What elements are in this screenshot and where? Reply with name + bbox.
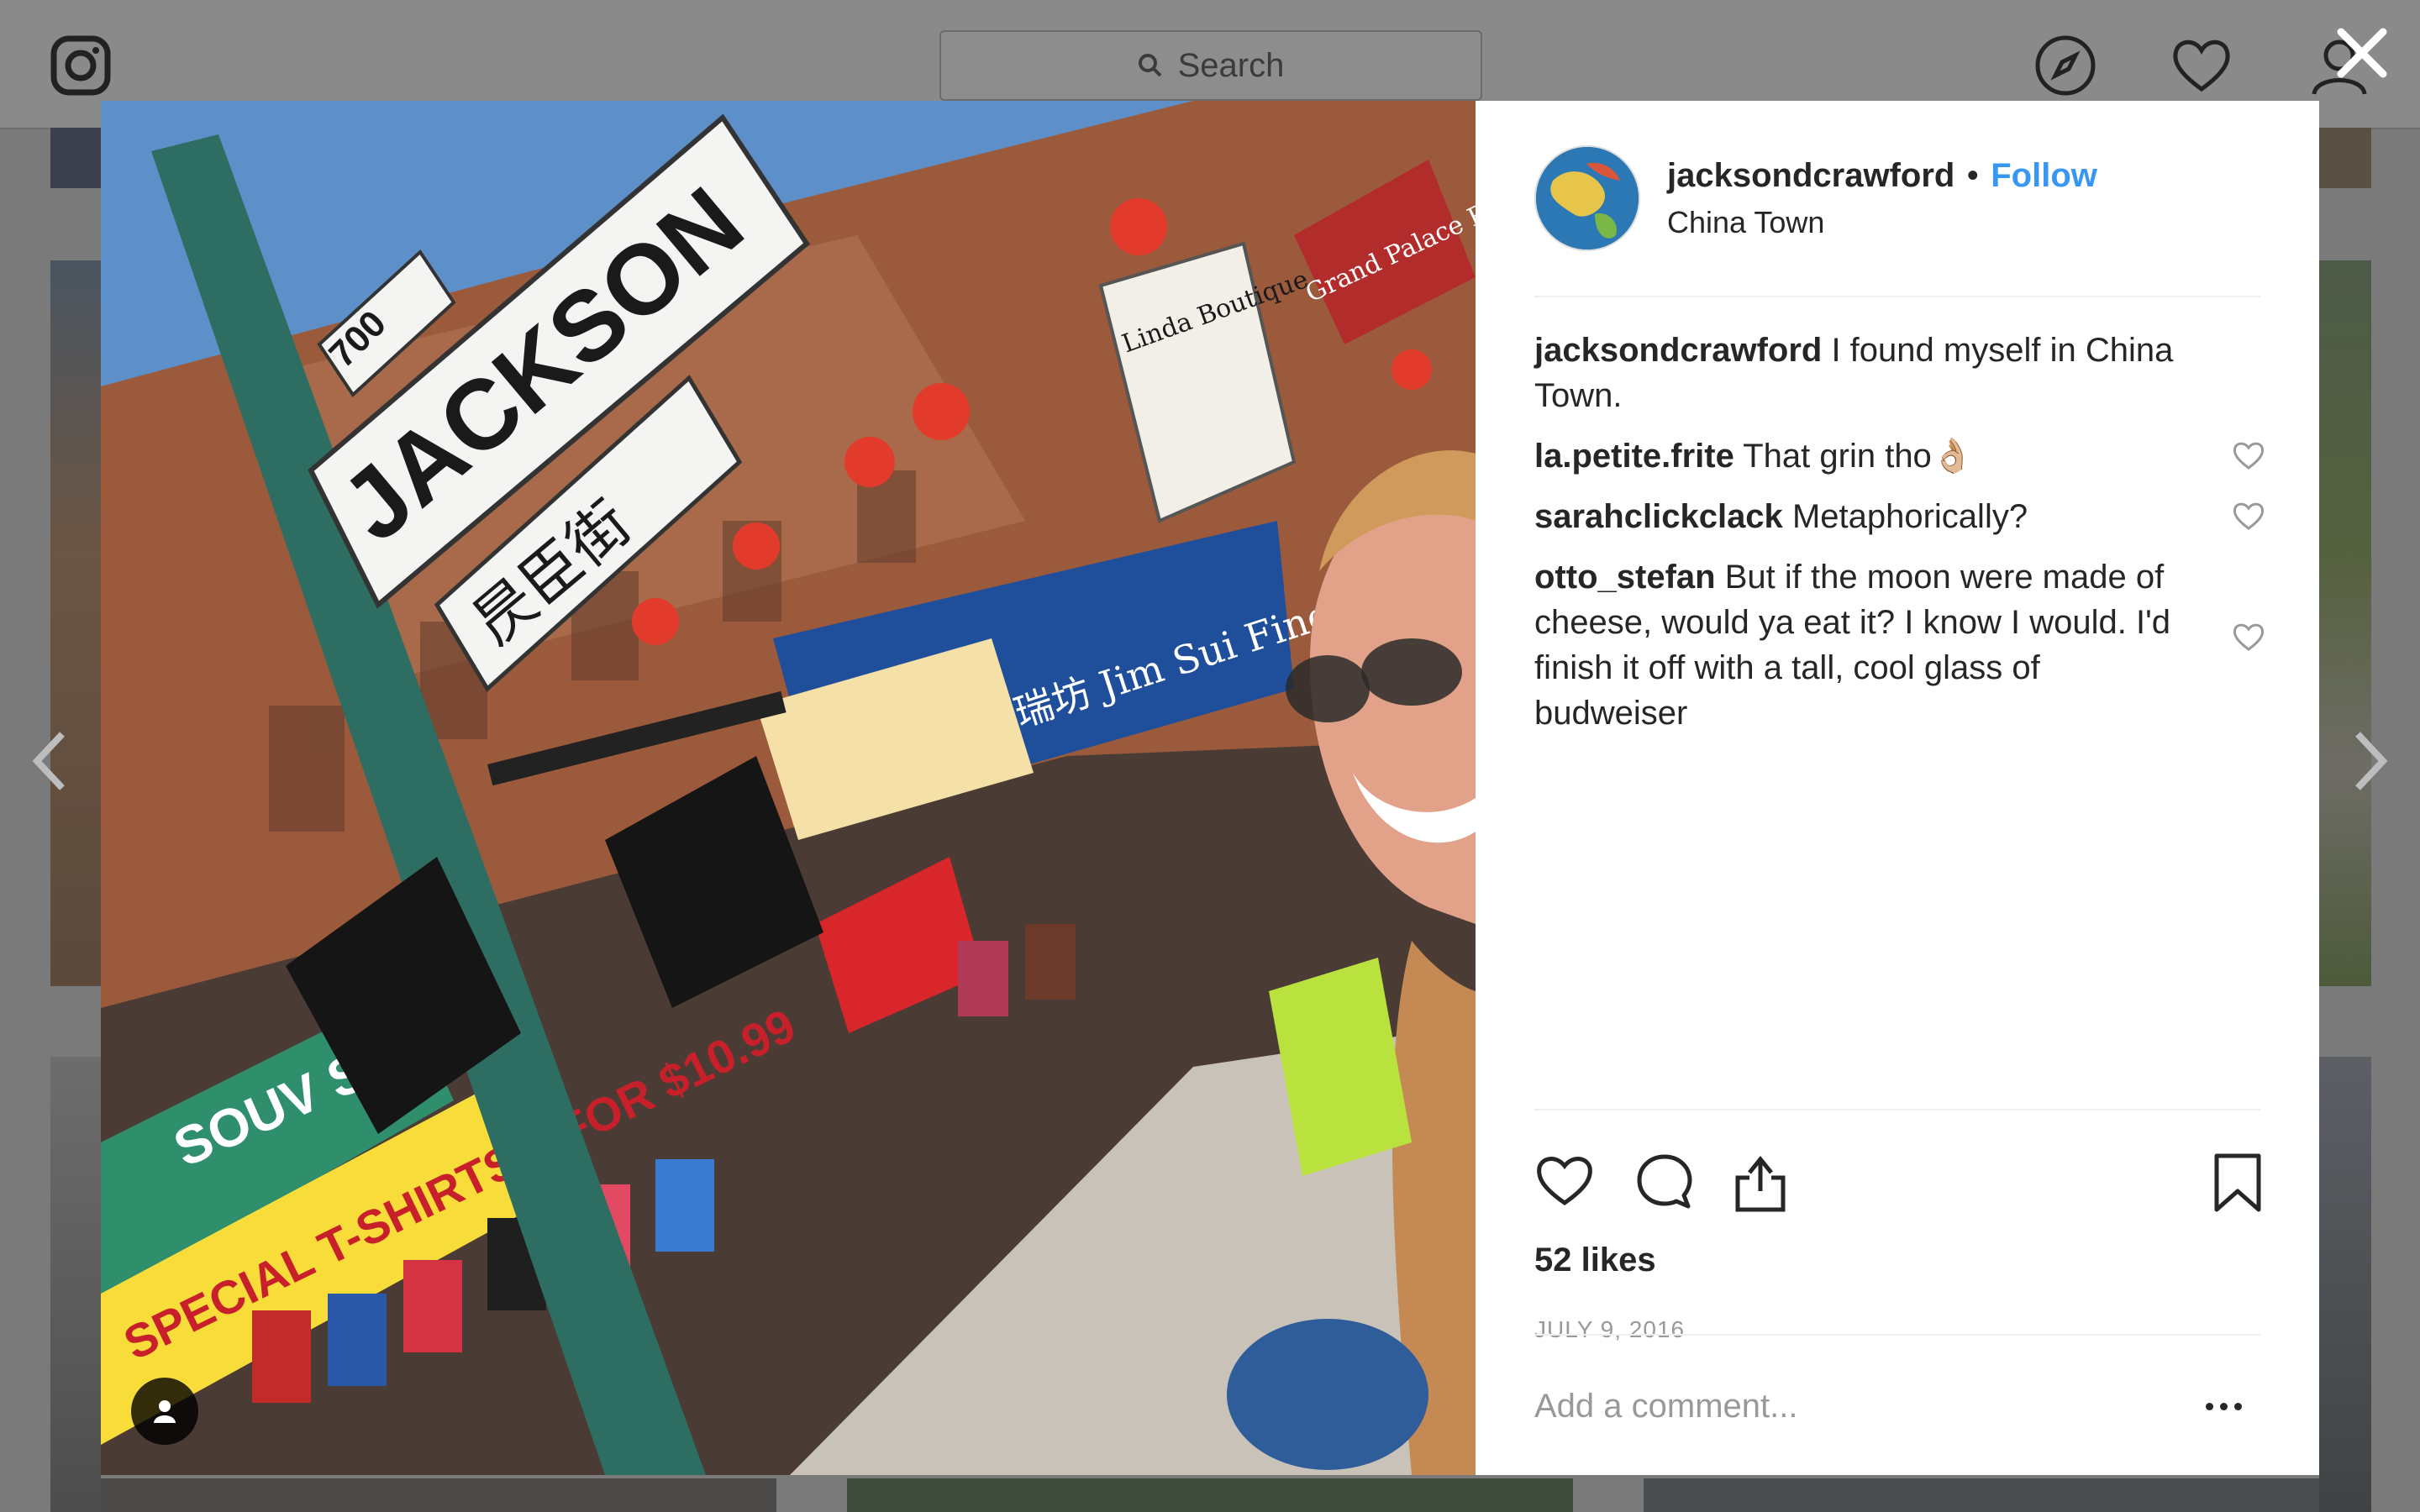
grid-thumbnail[interactable] (847, 1478, 1573, 1512)
grid-thumbnail[interactable] (2319, 1057, 2371, 1512)
like-heart-icon[interactable] (1534, 1152, 1595, 1208)
post-photo: 金瑞坊 Jim Sui Fine Scarfs, Socks SOUV SH S… (101, 101, 1476, 1475)
like-comment-heart-icon[interactable] (2232, 501, 2265, 531)
follow-button[interactable]: Follow (1991, 157, 2097, 194)
search-input[interactable]: Search (939, 30, 1482, 101)
like-comment-heart-icon[interactable] (2232, 440, 2265, 470)
comment-item: la.petite.frite That grin tho👌🏼 (1534, 433, 2265, 479)
comment-item: otto_stefan But if the moon were made of… (1534, 554, 2265, 736)
previous-post-arrow-icon[interactable] (29, 727, 71, 795)
comment-bubble-icon[interactable] (1635, 1152, 1694, 1211)
add-comment-input[interactable]: Add a comment... (1534, 1388, 1797, 1425)
next-post-arrow-icon[interactable] (2349, 727, 2391, 795)
grid-thumbnail[interactable] (2319, 260, 2371, 986)
separator-dot: • (1966, 156, 1979, 194)
comments-list: jacksondcrawford I found myself in China… (1534, 328, 2265, 751)
user-tag-icon (154, 1400, 176, 1423)
comment-username[interactable]: la.petite.frite (1534, 438, 1734, 475)
save-bookmark-icon[interactable] (2213, 1152, 2262, 1213)
likes-count[interactable]: 52 likes (1534, 1242, 2260, 1279)
post-modal: 金瑞坊 Jim Sui Fine Scarfs, Socks SOUV SH S… (101, 101, 2319, 1475)
post-actions: 52 likes JULY 9, 2016 (1534, 1109, 2262, 1343)
comment-text: Metaphorically? (1791, 498, 2028, 535)
add-comment-bar: Add a comment... (1534, 1334, 2260, 1477)
close-icon[interactable] (2334, 25, 2390, 81)
like-comment-heart-icon[interactable] (2232, 622, 2265, 652)
post-details-panel: jacksondcrawford • Follow China Town jac… (1476, 101, 2319, 1475)
explore-compass-icon[interactable] (2033, 34, 2097, 97)
caption: jacksondcrawford I found myself in China… (1534, 328, 2265, 418)
globe-avatar-icon (1536, 147, 1639, 249)
share-icon[interactable] (1733, 1152, 1788, 1213)
grid-thumbnail[interactable] (2319, 128, 2371, 188)
username-link[interactable]: jacksondcrawford (1667, 157, 1954, 194)
search-icon (1138, 54, 1162, 77)
search-placeholder: Search (1177, 46, 1285, 84)
comment-username[interactable]: otto_stefan (1534, 559, 1716, 596)
instagram-logo-icon[interactable] (50, 35, 111, 96)
grid-thumbnail[interactable] (50, 1057, 101, 1512)
grid-thumbnail[interactable] (101, 1478, 776, 1512)
grid-thumbnail[interactable] (50, 128, 101, 188)
grid-thumbnail[interactable] (50, 260, 101, 986)
activity-heart-icon[interactable] (2170, 34, 2233, 97)
comment-item: sarahclickclack Metaphorically? (1534, 494, 2265, 539)
avatar[interactable] (1534, 145, 1640, 251)
photo-illustration: 金瑞坊 Jim Sui Fine Scarfs, Socks SOUV SH S… (101, 101, 1476, 1475)
comment-text: That grin tho👌🏼 (1743, 438, 1974, 475)
comment-username[interactable]: sarahclickclack (1534, 498, 1783, 535)
tagged-users-button[interactable] (131, 1378, 198, 1445)
post-header: jacksondcrawford • Follow China Town (1534, 101, 2260, 297)
more-options-icon[interactable] (2206, 1402, 2242, 1410)
comment-username[interactable]: jacksondcrawford (1534, 332, 1822, 369)
location-link[interactable]: China Town (1667, 205, 2097, 240)
grid-thumbnail[interactable] (1644, 1478, 2319, 1512)
